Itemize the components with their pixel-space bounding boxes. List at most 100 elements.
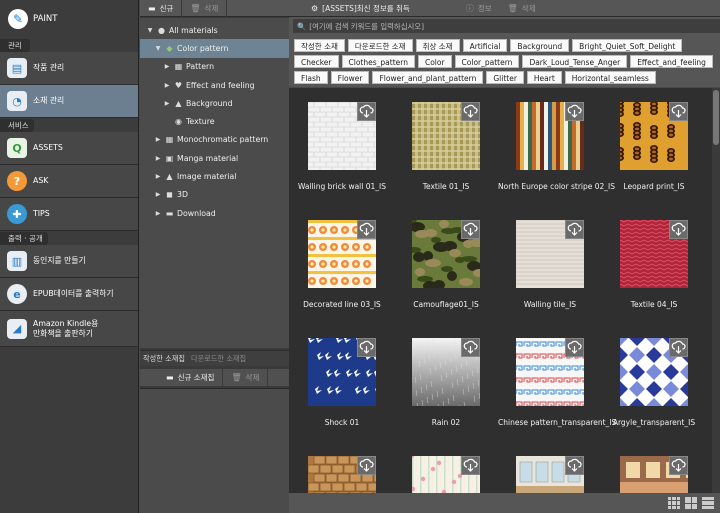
material-thumbnail[interactable]	[516, 102, 584, 170]
tag-chip[interactable]: Flash	[294, 71, 328, 84]
tag-chip[interactable]: Flower	[330, 71, 370, 84]
material-item[interactable]: Leopard print_IS	[602, 88, 706, 191]
cloud-download-icon[interactable]	[357, 338, 376, 357]
material-thumbnail[interactable]	[412, 338, 480, 406]
material-item[interactable]	[602, 442, 706, 493]
material-thumbnail[interactable]	[308, 456, 376, 493]
cloud-download-icon[interactable]	[565, 102, 584, 121]
material-thumbnail[interactable]	[412, 220, 480, 288]
large-thumbnail-view-icon[interactable]	[685, 497, 697, 509]
material-item[interactable]: Textile 04_IS	[602, 206, 706, 309]
tag-chip[interactable]: Flower_and_plant_pattern	[372, 71, 484, 84]
tag-chip[interactable]: Color_pattern	[454, 55, 520, 68]
material-item[interactable]	[290, 442, 394, 493]
cloud-download-icon[interactable]	[669, 338, 688, 357]
material-item[interactable]: Walling tile_IS	[498, 206, 602, 309]
info-button[interactable]: ⓘ 정보	[458, 0, 500, 17]
tag-chip[interactable]: Background	[510, 39, 570, 52]
cloud-download-icon[interactable]	[461, 102, 480, 121]
material-item[interactable]	[394, 442, 498, 493]
tag-chip[interactable]: Effect_and_feeling	[630, 55, 713, 68]
tag-chip[interactable]: Glitter	[486, 71, 524, 84]
material-item[interactable]	[498, 442, 602, 493]
material-thumbnail[interactable]	[412, 102, 480, 170]
material-thumbnail[interactable]	[308, 338, 376, 406]
nav-ask[interactable]: ? ASK	[0, 165, 138, 198]
tree-node-download[interactable]: ▶ ▬ Download	[140, 204, 289, 222]
delete-material-button[interactable]: 🗑 삭제	[500, 0, 544, 17]
material-item[interactable]: Walling brick wall 01_IS	[290, 88, 394, 191]
cloud-download-icon[interactable]	[461, 220, 480, 239]
tag-chip[interactable]: Heart	[526, 71, 562, 84]
tag-chip[interactable]: Artificial	[462, 39, 508, 52]
material-thumbnail[interactable]	[620, 102, 688, 170]
list-view-icon[interactable]	[702, 497, 714, 509]
search-input[interactable]: 🔍 [여기에 검색 키워드를 입력하십시오]	[293, 19, 720, 33]
tag-chip[interactable]: 작성한 소재	[294, 39, 345, 52]
material-thumbnail[interactable]	[620, 220, 688, 288]
material-item[interactable]: North Europe color stripe 02_IS	[498, 88, 615, 191]
material-item[interactable]: Shock 01	[290, 324, 394, 427]
material-thumbnail[interactable]	[308, 220, 376, 288]
tree-node-monochromatic[interactable]: ▶ ▦ Monochromatic pattern	[140, 131, 289, 149]
cloud-download-icon[interactable]	[357, 102, 376, 121]
tag-chip[interactable]: Checker	[294, 55, 339, 68]
material-item[interactable]: Rain 02	[394, 324, 498, 427]
tag-chip[interactable]: 다운로드한 소재	[347, 39, 413, 52]
new-collection-button[interactable]: ▬ 신규 소재집	[158, 369, 224, 386]
tree-node-color-pattern[interactable]: ▼ ◆ Color pattern	[140, 39, 289, 58]
grid-scrollbar[interactable]	[712, 88, 720, 493]
cloud-download-icon[interactable]	[565, 220, 584, 239]
tree-node-texture[interactable]: ◉ Texture	[140, 112, 289, 130]
cloud-download-icon[interactable]	[357, 456, 376, 475]
tree-node-effect[interactable]: ▶ ♥ Effect and feeling	[140, 76, 289, 94]
cloud-download-icon[interactable]	[565, 338, 584, 357]
nav-artwork-management[interactable]: ▤ 작품 관리	[0, 52, 138, 85]
material-thumbnail[interactable]	[620, 338, 688, 406]
nav-kindle-publish[interactable]: ◢ Amazon Kindle용 만화책을 출판하기	[0, 311, 138, 347]
delete-folder-button[interactable]: 🗑 삭제	[182, 0, 228, 17]
tree-node-all-materials[interactable]: ▼ ● All materials	[140, 21, 289, 39]
tree-node-pattern[interactable]: ▶ ▦ Pattern	[140, 58, 289, 76]
nav-make-doujinshi[interactable]: ▥ 동인지를 만들기	[0, 245, 138, 278]
tag-chip[interactable]: Bright_Quiet_Soft_Delight	[572, 39, 683, 52]
nav-material-management[interactable]: ◔ 소재 관리	[0, 85, 138, 118]
tag-chip[interactable]: Color	[417, 55, 452, 68]
cloud-download-icon[interactable]	[669, 220, 688, 239]
cloud-download-icon[interactable]	[669, 456, 688, 475]
tab-downloaded-collections[interactable]: 다운로드한 소재집	[188, 354, 249, 364]
cloud-download-icon[interactable]	[461, 338, 480, 357]
cloud-download-icon[interactable]	[669, 102, 688, 121]
material-thumbnail[interactable]	[620, 456, 688, 493]
nav-tips[interactable]: ✚ TIPS	[0, 198, 138, 231]
small-thumbnail-view-icon[interactable]	[668, 497, 680, 509]
material-thumbnail[interactable]	[516, 338, 584, 406]
material-thumbnail[interactable]	[412, 456, 480, 493]
material-thumbnail[interactable]	[308, 102, 376, 170]
material-item[interactable]: Textile 01_IS	[394, 88, 498, 191]
new-folder-button[interactable]: ▬ 신규	[140, 0, 183, 17]
get-assets-info-button[interactable]: ⚙ [ASSETS]최신 정보를 취득	[303, 0, 418, 17]
tag-chip[interactable]: Dark_Loud_Tense_Anger	[522, 55, 628, 68]
cloud-download-icon[interactable]	[357, 220, 376, 239]
material-item[interactable]: Argyle_transparent_IS	[602, 324, 706, 427]
material-item[interactable]: Decorated line 03_IS	[290, 206, 394, 309]
material-item[interactable]: Chinese pattern_transparent_IS	[498, 324, 616, 427]
material-thumbnail[interactable]	[516, 220, 584, 288]
tree-node-image[interactable]: ▶ ▲ Image material	[140, 167, 289, 185]
material-item[interactable]: Camouflage01_IS	[394, 206, 498, 309]
tag-chip[interactable]: Horizontal_seamless	[564, 71, 656, 84]
scrollbar-thumb[interactable]	[713, 90, 719, 145]
material-thumbnail[interactable]	[516, 456, 584, 493]
cloud-download-icon[interactable]	[565, 456, 584, 475]
cloud-download-icon[interactable]	[461, 456, 480, 475]
tag-chip[interactable]: 취상 소재	[415, 39, 460, 52]
nav-export-epub[interactable]: e EPUB데이터를 출력하기	[0, 278, 138, 311]
tree-node-manga[interactable]: ▶ ▣ Manga material	[140, 149, 289, 167]
tree-node-background[interactable]: ▶ ▲ Background	[140, 94, 289, 112]
delete-collection-button[interactable]: 🗑 삭제	[223, 369, 269, 386]
tab-created-collections[interactable]: 작성한 소재집	[140, 354, 188, 364]
tag-chip[interactable]: Clothes_pattern	[341, 55, 415, 68]
nav-assets[interactable]: Q ASSETS	[0, 132, 138, 165]
tree-node-3d[interactable]: ▶ ◼ 3D	[140, 186, 289, 204]
